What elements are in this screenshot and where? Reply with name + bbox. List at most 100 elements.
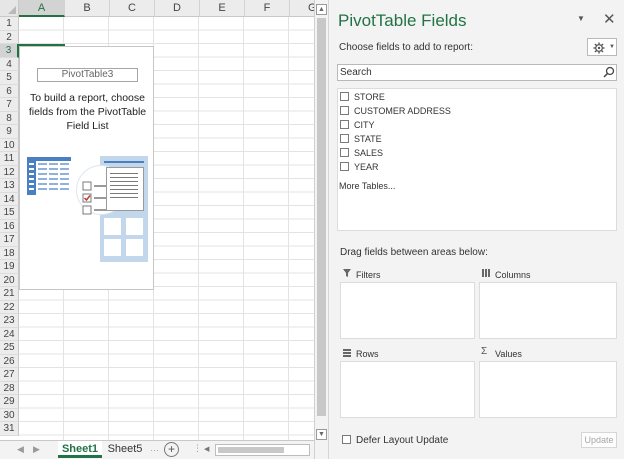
select-all-corner[interactable] — [0, 0, 19, 17]
search-placeholder: Search — [340, 67, 372, 78]
table-illustration-icon — [27, 157, 71, 195]
search-icon[interactable] — [603, 66, 615, 78]
field-label: CITY — [354, 120, 375, 130]
field-settings-button[interactable]: ▼ — [587, 38, 617, 56]
field-checkbox[interactable] — [340, 134, 349, 143]
field-checkbox[interactable] — [340, 106, 349, 115]
row-header-31[interactable]: 31 — [0, 422, 19, 436]
pivot-table-instructions: To build a report, choose fields from th… — [28, 92, 147, 132]
values-area-label: Values — [495, 349, 522, 359]
vertical-scrollbar[interactable]: ▲ ▼ — [314, 0, 328, 459]
row-header-29[interactable]: 29 — [0, 395, 19, 409]
search-input[interactable]: Search — [337, 64, 617, 81]
column-header-c[interactable]: C — [110, 0, 155, 17]
row-header-23[interactable]: 23 — [0, 314, 19, 328]
more-tables-link[interactable]: More Tables... — [339, 181, 395, 191]
row-header-11[interactable]: 11 — [0, 152, 19, 166]
row-header-2[interactable]: 2 — [0, 30, 19, 44]
row-header-5[interactable]: 5 — [0, 71, 19, 85]
column-header-a[interactable]: A — [19, 0, 65, 17]
row-header-6[interactable]: 6 — [0, 84, 19, 98]
document-illustration-icon — [106, 167, 144, 211]
add-sheet-button[interactable]: + — [164, 442, 179, 457]
row-header-16[interactable]: 16 — [0, 219, 19, 233]
scroll-down-button[interactable]: ▼ — [316, 429, 327, 440]
sheet-tab-sheet1[interactable]: Sheet1 — [58, 441, 102, 458]
row-header-4[interactable]: 4 — [0, 57, 19, 71]
row-header-12[interactable]: 12 — [0, 165, 19, 179]
row-header-22[interactable]: 22 — [0, 300, 19, 314]
column-header-d[interactable]: D — [155, 0, 200, 17]
row-header-26[interactable]: 26 — [0, 354, 19, 368]
row-header-15[interactable]: 15 — [0, 206, 19, 220]
row-header-1[interactable]: 1 — [0, 17, 19, 31]
row-header-28[interactable]: 28 — [0, 381, 19, 395]
next-sheet-arrow-icon[interactable]: ▶ — [33, 444, 40, 455]
column-header-g[interactable]: G — [290, 0, 314, 17]
update-button[interactable]: Update — [581, 432, 617, 448]
row-header-14[interactable]: 14 — [0, 192, 19, 206]
field-checkbox[interactable] — [340, 92, 349, 101]
field-item-store[interactable]: STORE — [340, 91, 385, 103]
row-header-9[interactable]: 9 — [0, 125, 19, 139]
pane-options-dropdown-icon[interactable]: ▼ — [577, 14, 585, 23]
close-icon[interactable]: ✕ — [603, 12, 616, 27]
choose-fields-label: Choose fields to add to report: — [339, 42, 473, 53]
column-header-e[interactable]: E — [200, 0, 245, 17]
prev-sheet-arrow-icon[interactable]: ◀ — [17, 444, 24, 455]
row-header-8[interactable]: 8 — [0, 111, 19, 125]
sheet-tab-bar: ◀ ▶ Sheet1 Sheet5 … + ⋮ ◀ — [0, 440, 314, 459]
row-header-17[interactable]: 17 — [0, 233, 19, 247]
column-header-f[interactable]: F — [245, 0, 290, 17]
pivot-table-name: PivotTable3 — [37, 68, 138, 82]
drag-fields-label: Drag fields between areas below: — [340, 247, 488, 258]
columns-drop-area[interactable] — [479, 282, 617, 339]
columns-icon — [482, 269, 490, 277]
values-drop-area[interactable] — [479, 361, 617, 418]
row-header-13[interactable]: 13 — [0, 179, 19, 193]
pivottable-fields-pane: PivotTable Fields ▼ ✕ Choose fields to a… — [328, 0, 624, 459]
field-label: STORE — [354, 92, 385, 102]
filters-drop-area[interactable] — [340, 282, 475, 339]
spreadsheet-grid-area[interactable]: A B C D E F G 1 2 3 4 5 6 7 8 9 10 11 12 13 14 15 16 17 1… — [0, 0, 314, 440]
row-header-10[interactable]: 10 — [0, 138, 19, 152]
hscroll-left-icon[interactable]: ◀ — [204, 445, 209, 453]
row-header-27[interactable]: 27 — [0, 368, 19, 382]
field-item-state[interactable]: STATE — [340, 133, 382, 145]
defer-layout-update-row[interactable]: Defer Layout Update — [342, 435, 448, 447]
field-item-year[interactable]: YEAR — [340, 161, 379, 173]
column-header-b[interactable]: B — [65, 0, 110, 17]
defer-layout-checkbox[interactable] — [342, 435, 351, 444]
vertical-scroll-thumb[interactable] — [317, 18, 326, 416]
filter-icon — [343, 269, 351, 277]
settings-caret-icon: ▼ — [609, 44, 615, 50]
field-checkbox[interactable] — [340, 162, 349, 171]
rows-area-label: Rows — [356, 349, 379, 359]
tabbar-splitter-icon[interactable]: ⋮ — [193, 443, 202, 454]
field-label: CUSTOMER ADDRESS — [354, 106, 451, 116]
field-checkbox[interactable] — [340, 148, 349, 157]
row-header-18[interactable]: 18 — [0, 246, 19, 260]
row-header-7[interactable]: 7 — [0, 98, 19, 112]
rows-drop-area[interactable] — [340, 361, 475, 418]
scroll-up-button[interactable]: ▲ — [316, 4, 327, 15]
row-header-25[interactable]: 25 — [0, 341, 19, 355]
horizontal-scrollbar[interactable] — [215, 444, 310, 456]
rows-icon — [343, 349, 351, 357]
row-header-3[interactable]: 3 — [0, 44, 19, 58]
sigma-icon: Σ — [481, 346, 488, 357]
sheet-tab-sheet5[interactable]: Sheet5 — [104, 441, 146, 458]
row-header-21[interactable]: 21 — [0, 287, 19, 301]
field-checkbox[interactable] — [340, 120, 349, 129]
pane-title: PivotTable Fields — [338, 11, 467, 30]
horizontal-scroll-thumb[interactable] — [218, 447, 284, 453]
row-header-24[interactable]: 24 — [0, 327, 19, 341]
field-item-city[interactable]: CITY — [340, 119, 375, 131]
field-item-sales[interactable]: SALES — [340, 147, 383, 159]
filters-area-label: Filters — [356, 270, 381, 280]
pivot-table-placeholder[interactable]: PivotTable3 To build a report, choose fi… — [19, 46, 154, 290]
row-header-20[interactable]: 20 — [0, 273, 19, 287]
row-header-19[interactable]: 19 — [0, 260, 19, 274]
field-item-customer-address[interactable]: CUSTOMER ADDRESS — [340, 105, 451, 117]
row-header-30[interactable]: 30 — [0, 408, 19, 422]
